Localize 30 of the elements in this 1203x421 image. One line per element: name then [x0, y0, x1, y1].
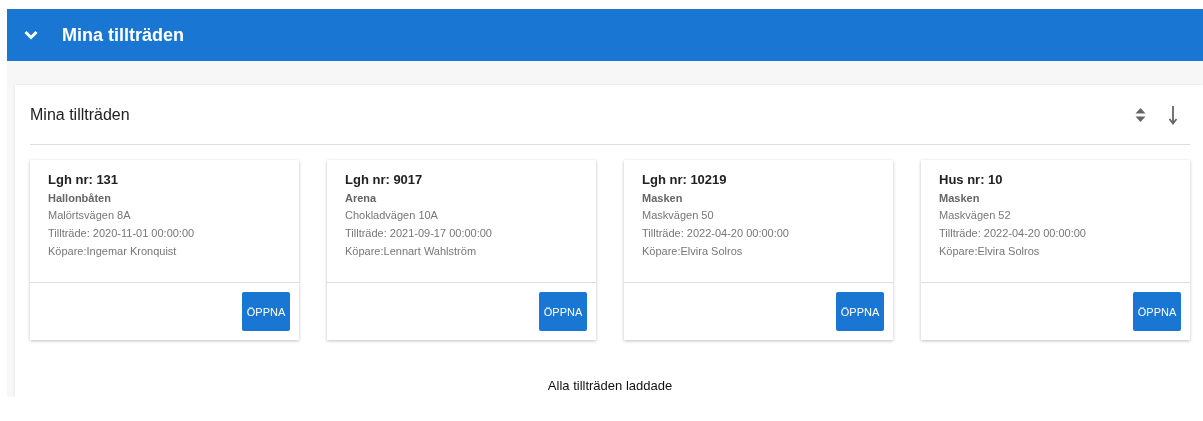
address-text: Maskvägen 52 [939, 209, 1012, 221]
card-title: Lgh nr: 10219 [642, 172, 728, 187]
access-date: Tillträde: 2021-09-17 00:00:00 [345, 227, 493, 239]
card-title: Lgh nr: 9017 [345, 172, 424, 187]
access-date: Tillträde: 2022-04-20 00:00:00 [642, 227, 790, 239]
header-title: Mina tillträden [62, 24, 184, 46]
status-text: Alla tillträden laddade [546, 378, 674, 393]
buyer-text: Köpare:Elvira Solros [939, 245, 1041, 257]
card-title: Lgh nr: 131 [48, 172, 120, 187]
open-button[interactable]: ÖPPNA [539, 292, 587, 331]
open-button[interactable]: ÖPPNA [242, 292, 290, 331]
project-name: Masken [939, 192, 981, 204]
access-date: Tillträde: 2020-11-01 00:00:00 [48, 227, 196, 239]
open-button[interactable]: ÖPPNA [836, 292, 884, 331]
address-text: Malörtsvägen 8A [48, 209, 132, 221]
address-text: Chokladvägen 10A [345, 209, 439, 221]
project-name: Arena [345, 192, 378, 204]
buyer-text: Köpare:Ingemar Kronquist [48, 245, 178, 257]
sort-icon[interactable] [1135, 106, 1146, 123]
buyer-text: Köpare:Lennart Wahlström [345, 245, 478, 257]
project-name: Masken [642, 192, 684, 204]
chevron-icon[interactable] [24, 30, 38, 40]
address-text: Maskvägen 50 [642, 209, 715, 221]
open-button[interactable]: ÖPPNA [1133, 292, 1181, 331]
project-name: Hallonbåten [48, 192, 112, 204]
panel-title: Mina tillträden [30, 105, 130, 124]
buyer-text: Köpare:Elvira Solros [642, 245, 744, 257]
access-date: Tillträde: 2022-04-20 00:00:00 [939, 227, 1087, 239]
down-arrow-icon[interactable] [1168, 104, 1178, 125]
card-title: Hus nr: 10 [939, 172, 1004, 187]
